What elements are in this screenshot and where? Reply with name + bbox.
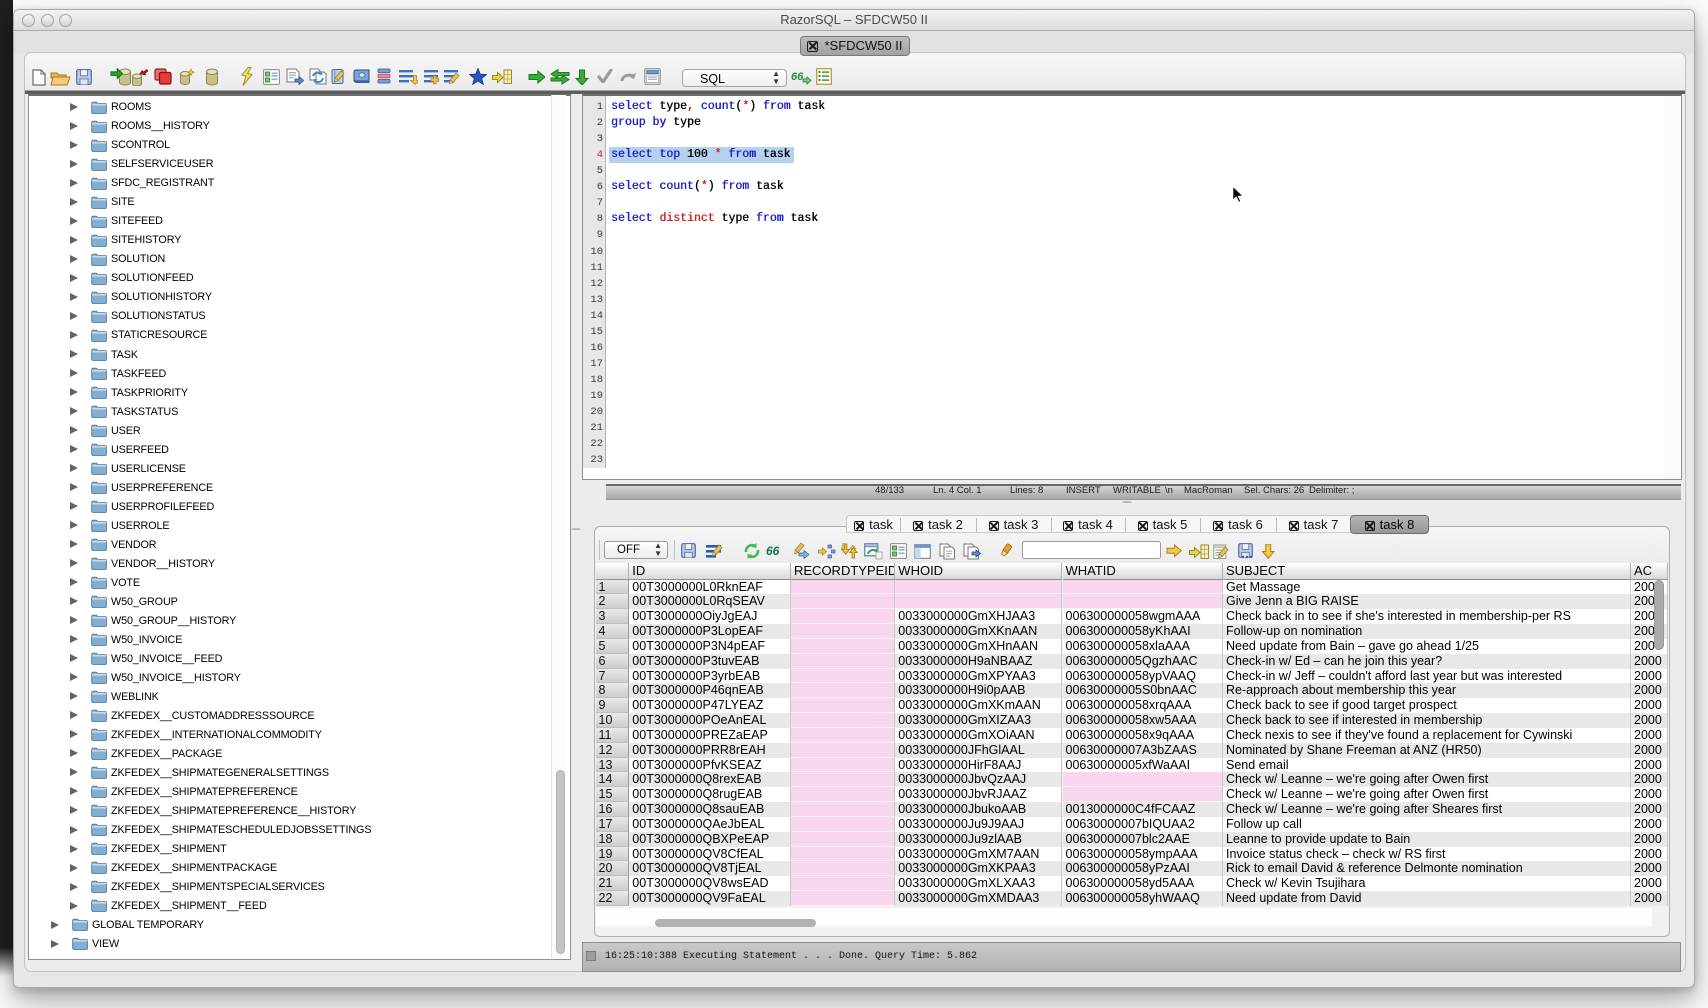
svg-text:66: 66 [791, 71, 804, 83]
svg-text:66: 66 [766, 544, 780, 557]
